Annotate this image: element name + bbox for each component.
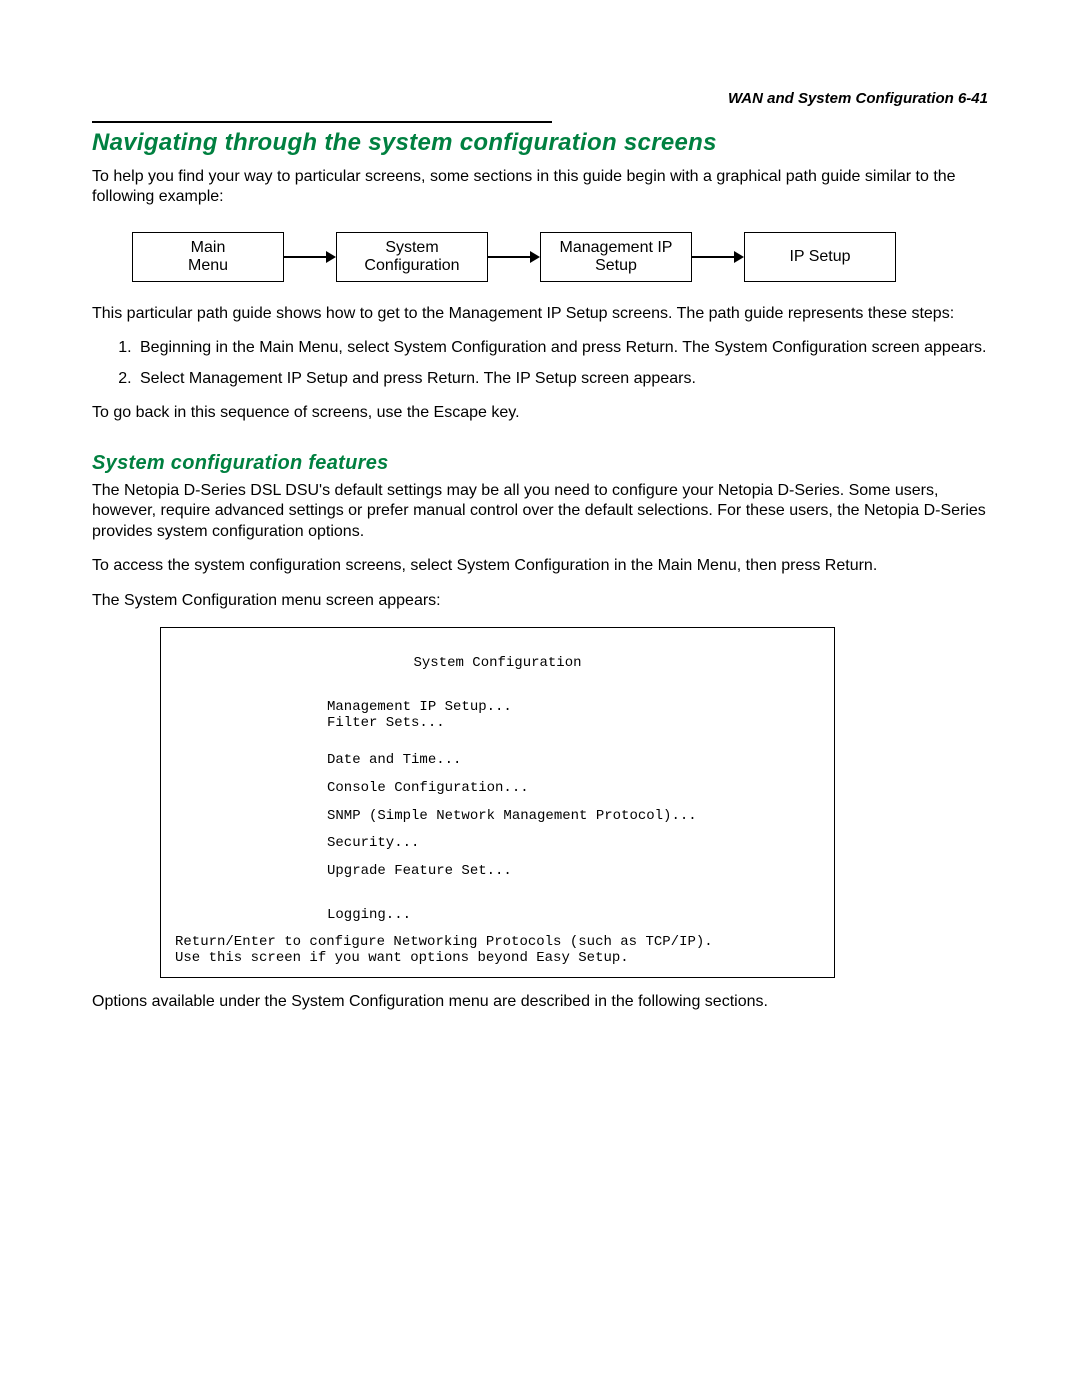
terminal-footer-line: Use this screen if you want options beyo… (175, 951, 820, 967)
menu-item: Security... (327, 836, 820, 852)
menu-item: SNMP (Simple Network Management Protocol… (327, 809, 820, 825)
menu-item: Management IP Setup... (327, 700, 820, 716)
section-rule (92, 121, 552, 123)
after-terminal-paragraph: Options available under the System Confi… (92, 992, 988, 1012)
menu-item: Upgrade Feature Set... (327, 864, 820, 880)
steps-list: Beginning in the Main Menu, select Syste… (92, 338, 988, 389)
terminal-footer-line: Return/Enter to configure Networking Pro… (175, 935, 820, 951)
terminal-menu: Management IP Setup... Filter Sets... Da… (327, 700, 820, 923)
arrow-icon (284, 251, 336, 263)
menu-item: Logging... (327, 908, 820, 924)
path-box-management-ip-setup: Management IP Setup (540, 232, 692, 282)
body-paragraph: The Netopia D-Series DSL DSU's default s… (92, 481, 988, 542)
after-path-paragraph: This particular path guide shows how to … (92, 304, 988, 324)
escape-note: To go back in this sequence of screens, … (92, 403, 988, 423)
list-item: Beginning in the Main Menu, select Syste… (136, 338, 988, 358)
document-page: WAN and System Configuration 6-41 Naviga… (0, 0, 1080, 1397)
running-header: WAN and System Configuration 6-41 (92, 90, 988, 107)
menu-item: Filter Sets... (327, 716, 820, 732)
arrow-icon (488, 251, 540, 263)
menu-item: Date and Time... (327, 753, 820, 769)
path-box-ip-setup: IP Setup (744, 232, 896, 282)
path-box-main-menu: Main Menu (132, 232, 284, 282)
section-heading: Navigating through the system configurat… (92, 129, 988, 157)
arrow-icon (692, 251, 744, 263)
terminal-screen: System Configuration Management IP Setup… (160, 627, 835, 977)
menu-item: Console Configuration... (327, 781, 820, 797)
list-item: Select Management IP Setup and press Ret… (136, 369, 988, 389)
intro-paragraph: To help you find your way to particular … (92, 167, 988, 208)
body-paragraph: To access the system configuration scree… (92, 556, 988, 576)
terminal-title: System Configuration (175, 656, 820, 672)
body-paragraph: The System Configuration menu screen app… (92, 591, 988, 611)
path-box-system-configuration: System Configuration (336, 232, 488, 282)
path-guide: Main Menu System Configuration Managemen… (132, 232, 988, 282)
subsection-heading: System configuration features (92, 452, 988, 475)
